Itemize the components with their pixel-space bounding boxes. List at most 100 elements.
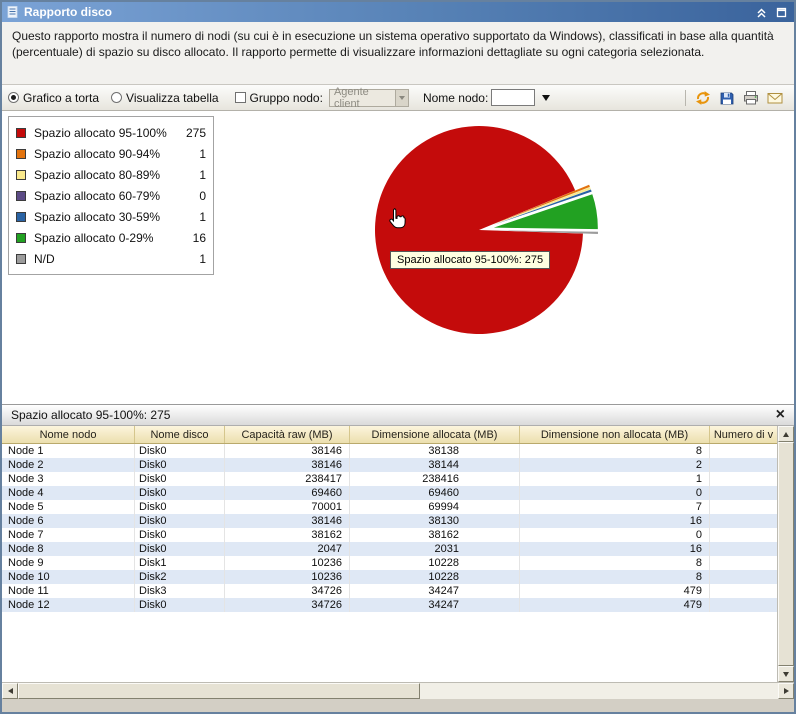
table-cell: 38146: [225, 514, 350, 528]
pie-chart[interactable]: [332, 117, 642, 367]
table-cell: Node 6: [2, 514, 135, 528]
detail-panel-title: Spazio allocato 95-100%: 275: [11, 408, 170, 422]
node-name-group: Nome nodo:: [423, 89, 554, 106]
table-cell: 8: [520, 570, 710, 584]
legend-item[interactable]: Spazio allocato 0-29%16: [16, 227, 206, 248]
chart-area: Spazio allocato 95-100%275Spazio allocat…: [2, 111, 794, 404]
column-header[interactable]: Nome nodo: [2, 426, 135, 443]
table-cell: Disk0: [135, 486, 225, 500]
toolbar: Grafico a torta Visualizza tabella Grupp…: [2, 85, 794, 111]
legend-item[interactable]: Spazio allocato 30-59%1: [16, 206, 206, 227]
table-row[interactable]: Node 4Disk069460694600: [2, 486, 777, 500]
scroll-down-button[interactable]: [778, 666, 794, 682]
table-row[interactable]: Node 12Disk03472634247479: [2, 598, 777, 612]
radio-show-table-control[interactable]: [111, 92, 122, 103]
table-cell: Disk0: [135, 514, 225, 528]
table-cell: [710, 458, 777, 472]
pie-slice[interactable]: [375, 126, 583, 334]
table-cell: 38146: [225, 458, 350, 472]
legend-value: 1: [180, 168, 206, 182]
horizontal-scroll-thumb[interactable]: [18, 683, 420, 699]
table-row[interactable]: Node 7Disk038162381620: [2, 528, 777, 542]
table-cell: [710, 542, 777, 556]
table-row[interactable]: Node 9Disk110236102288: [2, 556, 777, 570]
table-row[interactable]: Node 6Disk0381463813016: [2, 514, 777, 528]
table-cell: 38138: [350, 444, 520, 458]
table-cell: Node 5: [2, 500, 135, 514]
floppy-disk-icon: [719, 90, 735, 106]
table-cell: Node 12: [2, 598, 135, 612]
legend-item[interactable]: Spazio allocato 60-79%0: [16, 185, 206, 206]
table-cell: 34726: [225, 584, 350, 598]
maximize-button[interactable]: [774, 5, 789, 20]
table-cell: 8: [520, 556, 710, 570]
collapse-button[interactable]: [754, 5, 769, 20]
column-header[interactable]: Nome disco: [135, 426, 225, 443]
group-node-checkbox[interactable]: [235, 92, 246, 103]
scroll-right-button[interactable]: [778, 683, 794, 699]
table-cell: 10236: [225, 570, 350, 584]
table-row[interactable]: Node 11Disk33472634247479: [2, 584, 777, 598]
table-cell: Disk0: [135, 542, 225, 556]
vertical-scroll-thumb[interactable]: [778, 442, 794, 666]
legend-value: 1: [180, 252, 206, 266]
legend-value: 1: [180, 147, 206, 161]
table-row[interactable]: Node 8Disk02047203116: [2, 542, 777, 556]
email-button[interactable]: [766, 89, 784, 107]
window-restore-icon: [775, 6, 788, 19]
arrow-up-icon: [783, 432, 789, 437]
detail-table-header: Nome nodoNome discoCapacità raw (MB)Dime…: [2, 426, 777, 444]
table-row[interactable]: Node 3Disk02384172384161: [2, 472, 777, 486]
report-icon: [7, 6, 19, 18]
node-name-input[interactable]: [491, 89, 535, 106]
legend-item[interactable]: Spazio allocato 95-100%275: [16, 122, 206, 143]
horizontal-scroll-track[interactable]: [420, 683, 778, 699]
print-button[interactable]: [742, 89, 760, 107]
table-row[interactable]: Node 10Disk210236102288: [2, 570, 777, 584]
table-cell: [710, 500, 777, 514]
table-row[interactable]: Node 5Disk070001699947: [2, 500, 777, 514]
group-node-label: Gruppo nodo:: [250, 91, 323, 105]
legend-swatch: [16, 191, 26, 201]
column-header[interactable]: Dimensione non allocata (MB): [520, 426, 710, 443]
table-cell: [710, 584, 777, 598]
table-cell: Node 8: [2, 542, 135, 556]
table-cell: 34247: [350, 598, 520, 612]
radio-pie-chart[interactable]: Grafico a torta: [8, 91, 99, 105]
save-button[interactable]: [718, 89, 736, 107]
table-row[interactable]: Node 1Disk038146381388: [2, 444, 777, 458]
title-bar: Rapporto disco: [2, 2, 794, 22]
node-name-dropdown-button[interactable]: [538, 89, 554, 106]
column-header[interactable]: Capacità raw (MB): [225, 426, 350, 443]
printer-icon: [743, 90, 759, 106]
refresh-button[interactable]: [694, 89, 712, 107]
legend-item[interactable]: N/D1: [16, 248, 206, 269]
legend-value: 0: [180, 189, 206, 203]
radio-show-table[interactable]: Visualizza tabella: [111, 91, 219, 105]
table-cell: 70001: [225, 500, 350, 514]
vertical-scrollbar[interactable]: [777, 426, 794, 682]
close-icon[interactable]: ×: [776, 408, 785, 422]
table-cell: Node 9: [2, 556, 135, 570]
table-cell: 10236: [225, 556, 350, 570]
table-cell: [710, 598, 777, 612]
column-header[interactable]: Numero di v: [710, 426, 777, 443]
legend-value: 16: [180, 231, 206, 245]
group-node-checkbox-item[interactable]: Gruppo nodo:: [235, 91, 323, 105]
table-cell: [710, 472, 777, 486]
column-header[interactable]: Dimensione allocata (MB): [350, 426, 520, 443]
legend-item[interactable]: Spazio allocato 80-89%1: [16, 164, 206, 185]
legend-item[interactable]: Spazio allocato 90-94% 1: [16, 143, 206, 164]
table-cell: Disk0: [135, 500, 225, 514]
envelope-icon: [767, 90, 783, 106]
report-window: Rapporto disco Questo rapporto mostra il…: [0, 0, 796, 714]
table-row[interactable]: Node 2Disk038146381442: [2, 458, 777, 472]
detail-panel-header: Spazio allocato 95-100%: 275 ×: [2, 404, 794, 426]
scroll-left-button[interactable]: [2, 683, 18, 699]
legend-label: Spazio allocato 90-94%: [34, 147, 172, 161]
table-cell: Node 7: [2, 528, 135, 542]
horizontal-scrollbar[interactable]: [2, 682, 794, 699]
scroll-up-button[interactable]: [778, 426, 794, 442]
table-cell: 2047: [225, 542, 350, 556]
radio-pie-chart-control[interactable]: [8, 92, 19, 103]
